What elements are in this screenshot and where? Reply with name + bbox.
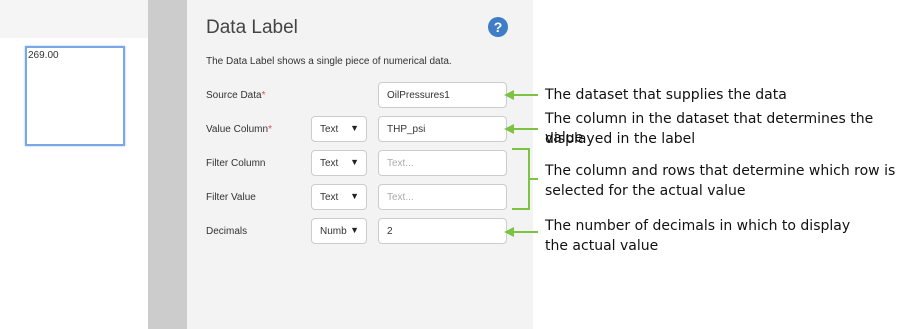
- canvas-gutter: [148, 0, 187, 329]
- value-column-type-select[interactable]: Text ▼: [311, 116, 367, 142]
- filter-column-type-select[interactable]: Text ▼: [311, 150, 367, 176]
- decimals-label: Decimals: [206, 226, 248, 237]
- annotation-value-line2: displayed in the label: [545, 131, 696, 147]
- panel-description: The Data Label shows a single piece of n…: [206, 56, 452, 67]
- value-column-input[interactable]: THP_psi: [378, 116, 507, 142]
- filter-value-input[interactable]: Text...: [378, 184, 507, 210]
- caret-down-icon: ▼: [350, 157, 359, 167]
- panel-title: Data Label: [206, 17, 298, 38]
- value-column-label: Value Column*: [206, 124, 272, 135]
- decimals-type-select[interactable]: Numb ▼: [311, 218, 367, 244]
- annotation-decimals-line2: the actual value: [545, 238, 659, 254]
- caret-down-icon: ▼: [350, 123, 359, 133]
- annotation-filter-line1: The column and rows that determine which…: [545, 163, 896, 179]
- dashboard-canvas[interactable]: 269.00: [0, 0, 148, 329]
- properties-panel: Data Label ? The Data Label shows a sing…: [187, 0, 533, 329]
- annotation-decimals-line1: The number of decimals in which to displ…: [545, 218, 851, 234]
- question-circle-icon[interactable]: ?: [488, 17, 508, 37]
- widget-value: 269.00: [28, 50, 59, 61]
- source-data-label: Source Data*: [206, 90, 266, 101]
- canvas-header-strip: [0, 0, 148, 38]
- source-data-value: OilPressures1: [387, 90, 450, 101]
- caret-down-icon: ▼: [350, 191, 359, 201]
- filter-column-placeholder: Text...: [387, 158, 414, 169]
- source-data-input[interactable]: OilPressures1: [378, 82, 507, 108]
- data-label-widget[interactable]: 269.00: [25, 46, 125, 146]
- required-mark: *: [268, 124, 272, 135]
- annotation-filter-line2: selected for the actual value: [545, 183, 746, 199]
- filter-value-type-select[interactable]: Text ▼: [311, 184, 367, 210]
- decimals-value: 2: [387, 226, 393, 237]
- decimals-input[interactable]: 2: [378, 218, 507, 244]
- required-mark: *: [261, 90, 266, 101]
- caret-down-icon: ▼: [350, 225, 359, 235]
- filter-column-input[interactable]: Text...: [378, 150, 507, 176]
- filter-column-label: Filter Column: [206, 158, 266, 169]
- filter-value-label: Filter Value: [206, 192, 256, 203]
- filter-value-placeholder: Text...: [387, 192, 414, 203]
- annotation-source: The dataset that supplies the data: [545, 87, 787, 103]
- value-column-value: THP_psi: [387, 124, 426, 135]
